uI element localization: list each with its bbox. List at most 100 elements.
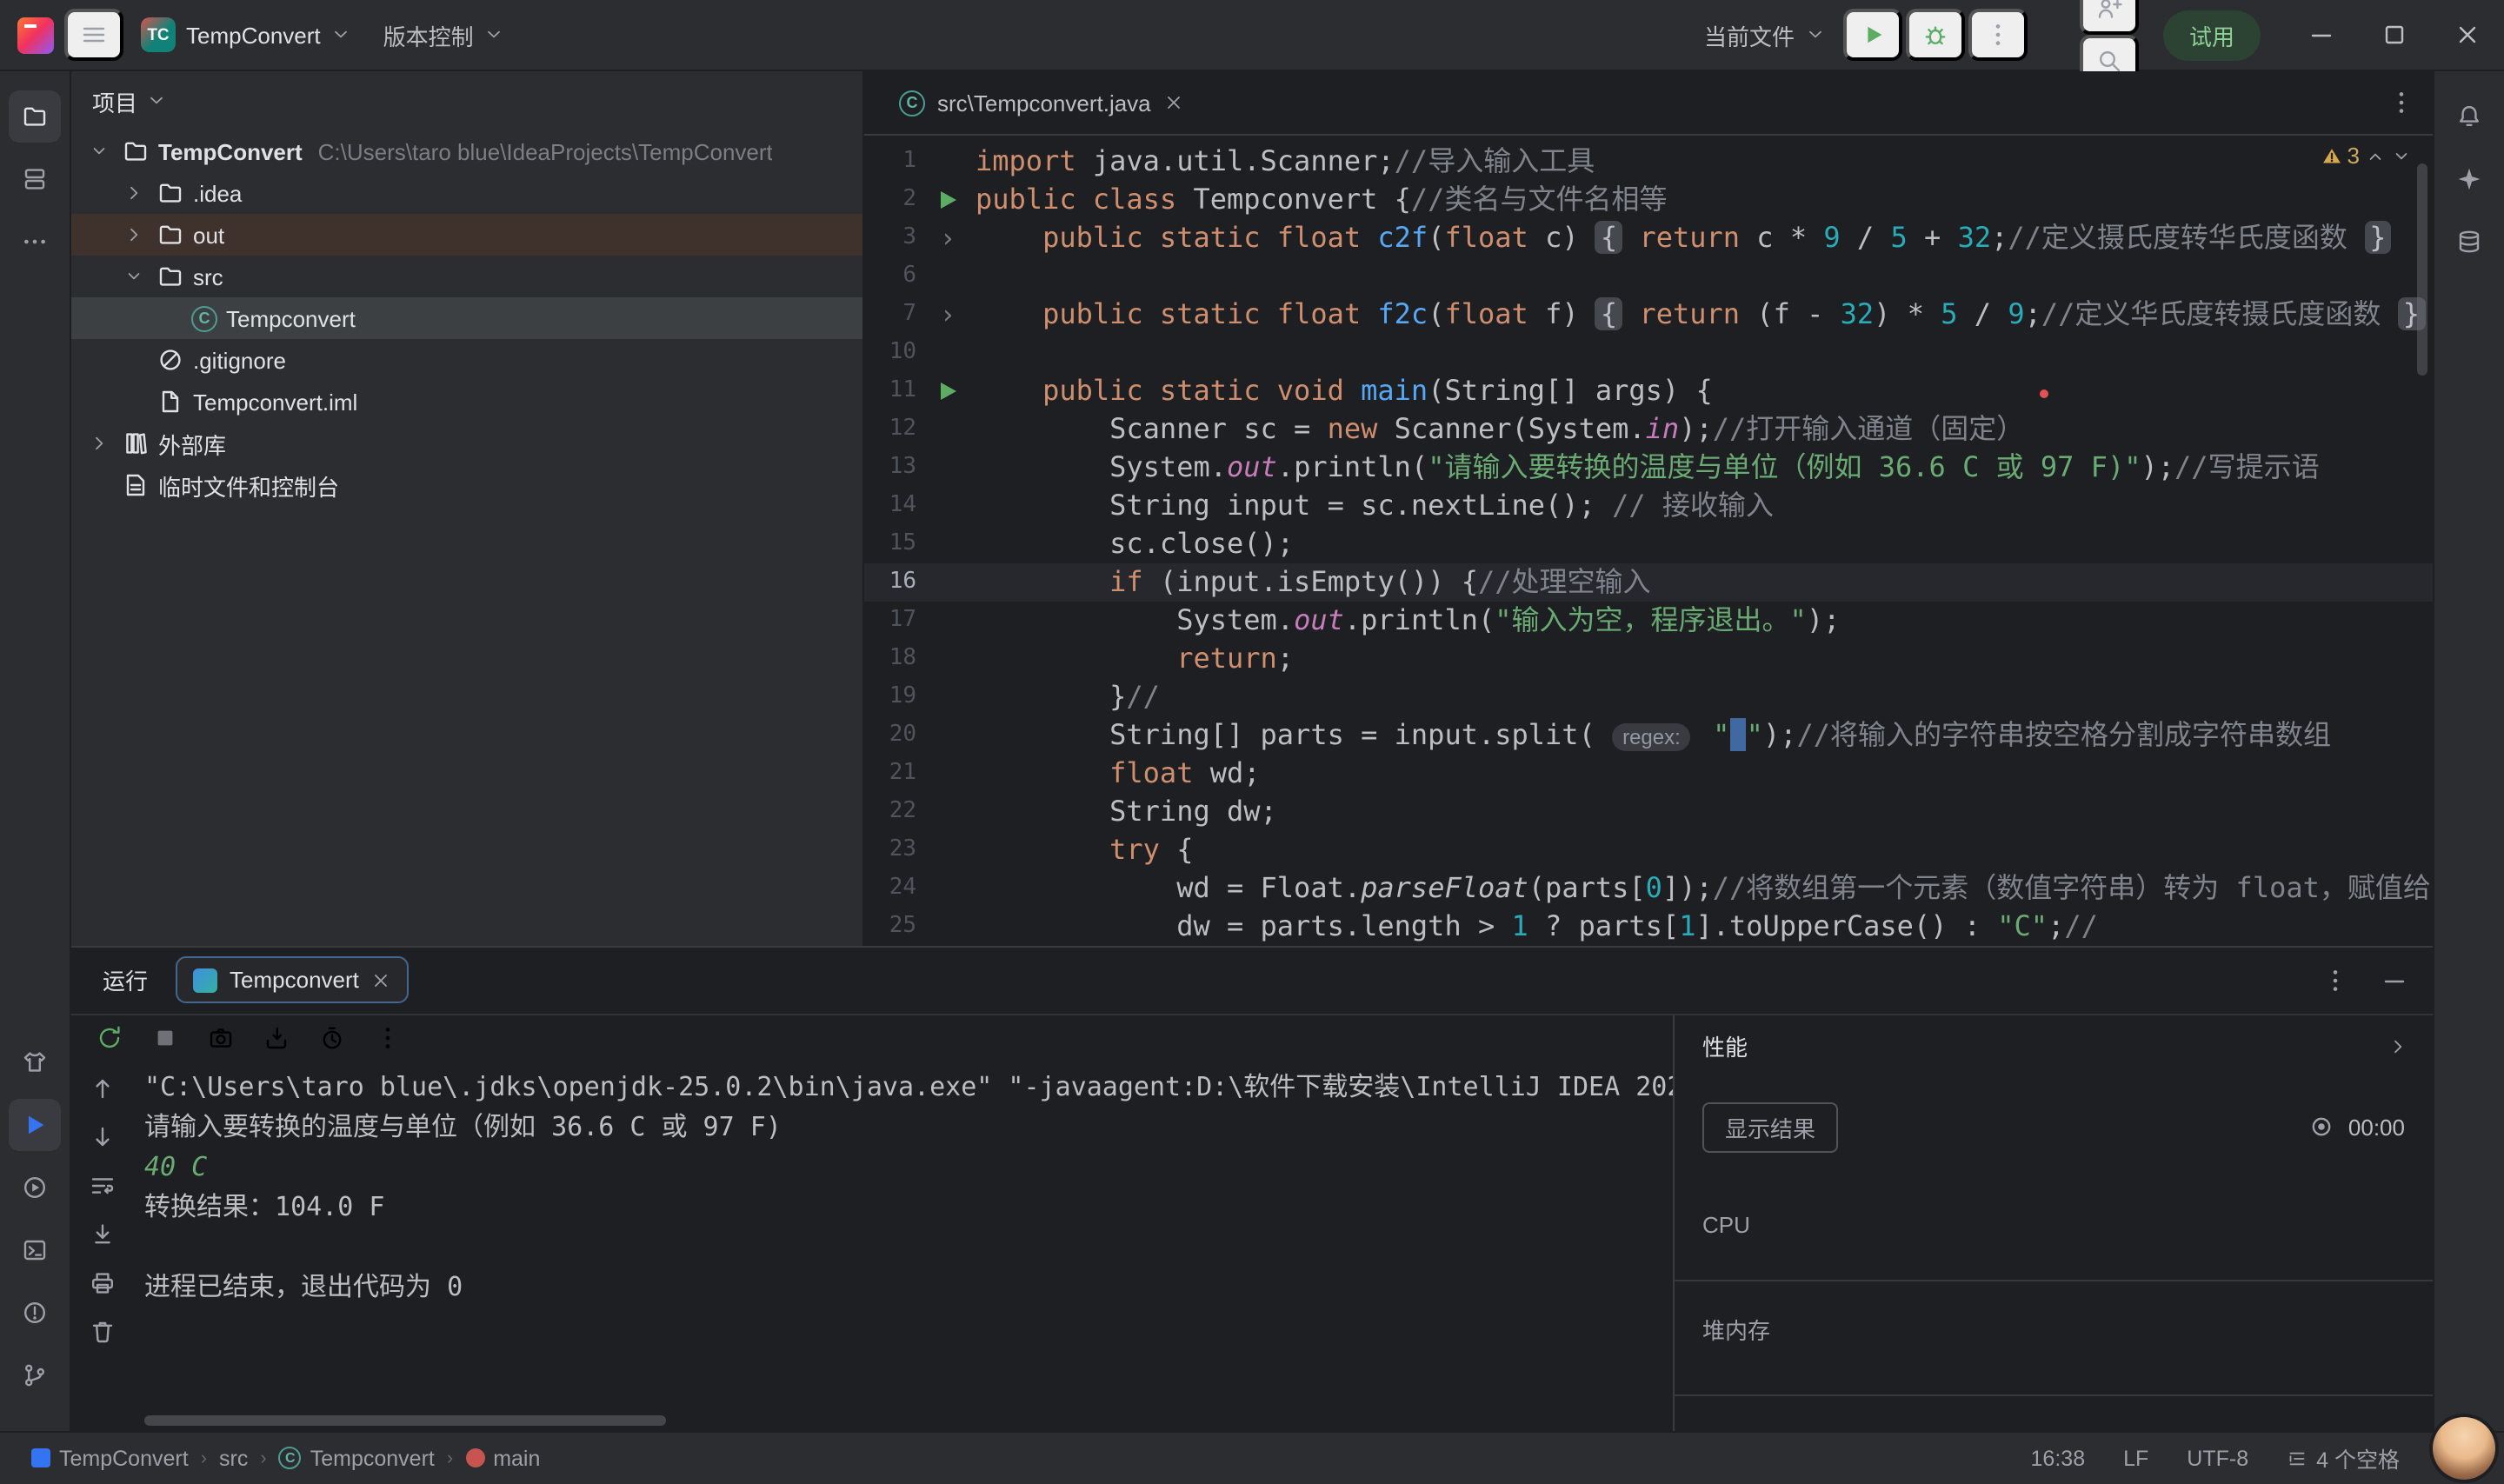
tool-structure-button[interactable] — [9, 153, 61, 205]
project-selector[interactable]: TC TempConvert — [127, 9, 366, 61]
console-hscrollbar[interactable] — [144, 1414, 666, 1425]
code-line[interactable]: 12 Scanner sc = new Scanner(System.in);/… — [864, 410, 2433, 449]
run-options-kebab-icon[interactable] — [2321, 966, 2349, 994]
breadcrumb-item[interactable]: src — [219, 1446, 248, 1470]
chevron-right-icon[interactable] — [2387, 1035, 2408, 1056]
more-actions-button[interactable] — [1968, 9, 2028, 61]
tree-item[interactable]: .idea — [71, 172, 862, 214]
tree-item[interactable]: out — [71, 214, 862, 256]
inspections-widget[interactable]: 3 — [2321, 143, 2412, 169]
tool-terminal-button[interactable] — [9, 1223, 61, 1275]
code-line[interactable]: 19 }// — [864, 678, 2433, 716]
breadcrumb-item[interactable]: TempConvert — [31, 1446, 189, 1470]
chevron-up-icon[interactable] — [2365, 145, 2386, 166]
tree-item[interactable]: Tempconvert.iml — [71, 381, 862, 423]
editor-options-kebab-icon[interactable] — [2387, 89, 2415, 116]
close-icon[interactable] — [371, 969, 392, 990]
kebab-button[interactable] — [374, 1024, 402, 1057]
breadcrumb-item[interactable]: CTempconvert — [279, 1446, 435, 1470]
tool-services-button[interactable] — [9, 1035, 61, 1088]
import-dump-button[interactable] — [263, 1024, 290, 1057]
code-line[interactable]: 18 return; — [864, 640, 2433, 678]
run-gutter-icon[interactable] — [920, 372, 976, 410]
code-line[interactable]: 25 dw = parts.length > 1 ? parts[1].toUp… — [864, 908, 2433, 945]
code-line[interactable]: 3› public static float c2f(float c) { re… — [864, 219, 2433, 257]
tool-problems-button[interactable] — [9, 1286, 61, 1338]
line-number: 14 — [864, 487, 920, 525]
caret-position[interactable]: 16:38 — [2031, 1446, 2086, 1470]
user-avatar[interactable] — [2433, 1416, 2495, 1479]
close-icon[interactable] — [1163, 92, 1184, 113]
rerun-button[interactable] — [96, 1024, 123, 1057]
show-results-button[interactable]: 显示结果 — [1702, 1101, 1838, 1152]
code-line[interactable]: 24 wd = Float.parseFloat(parts[0]);//将数组… — [864, 869, 2433, 908]
tool-ai-assistant-button[interactable] — [2443, 153, 2495, 205]
performance-header[interactable]: 性能 — [1675, 1015, 2433, 1077]
tree-item[interactable]: CTempconvert — [71, 297, 862, 339]
chevron-down-icon[interactable] — [2391, 145, 2412, 166]
tree-item[interactable]: src — [71, 256, 862, 297]
tool-project-tool-button[interactable] — [9, 90, 61, 143]
arrow-down-button[interactable] — [89, 1122, 117, 1155]
tree-item[interactable]: TempConvertC:\Users\taro blue\IdeaProjec… — [71, 130, 862, 172]
soft-wrap-button[interactable] — [89, 1171, 117, 1204]
project-panel-header[interactable]: 项目 — [71, 71, 862, 130]
fold-gutter-icon[interactable]: › — [920, 219, 976, 257]
tool-notifications-button[interactable] — [2443, 90, 2495, 143]
code-line[interactable]: 1import java.util.Scanner;//导入输入工具 — [864, 143, 2433, 181]
stop-button[interactable] — [151, 1024, 179, 1057]
breadcrumb-label: Tempconvert — [310, 1446, 435, 1470]
code-line[interactable]: 16 if (input.isEmpty()) {//处理空输入 — [864, 563, 2433, 602]
code-line[interactable]: 10 — [864, 334, 2433, 372]
breadcrumb-item[interactable]: main — [465, 1446, 540, 1470]
tree-item[interactable]: .gitignore — [71, 339, 862, 381]
run-tab[interactable]: Tempconvert — [176, 956, 410, 1003]
code-line[interactable]: 14 String input = sc.nextLine(); // 接收输入 — [864, 487, 2433, 525]
run-button[interactable] — [1843, 9, 1902, 61]
tool-database-button[interactable] — [2443, 216, 2495, 268]
code-line[interactable]: 21 float wd; — [864, 755, 2433, 793]
line-separator[interactable]: LF — [2123, 1446, 2148, 1470]
code-with-me-button[interactable] — [2080, 0, 2139, 35]
vcs-menu-button[interactable]: 版本控制 — [370, 9, 519, 61]
clear-button[interactable] — [89, 1317, 117, 1350]
main-menu-button[interactable] — [64, 9, 123, 61]
code-line[interactable]: 15 sc.close(); — [864, 525, 2433, 563]
trial-badge[interactable]: 试用 — [2163, 10, 2261, 60]
tree-item[interactable]: 外部库 — [71, 423, 862, 464]
print-button[interactable] — [89, 1268, 117, 1301]
tree-item[interactable]: 临时文件和控制台 — [71, 464, 862, 506]
editor-tab[interactable]: C src\Tempconvert.java — [885, 71, 1198, 134]
arrow-up-button[interactable] — [89, 1074, 117, 1107]
line-number: 6 — [864, 257, 920, 296]
code-line[interactable]: 23 try { — [864, 831, 2433, 869]
file-encoding[interactable]: UTF-8 — [2187, 1446, 2248, 1470]
code-line[interactable]: 17 System.out.println("输入为空，程序退出。"); — [864, 602, 2433, 640]
console-output[interactable]: "C:\Users\taro blue\.jdks\openjdk-25.0.2… — [134, 1067, 1673, 1430]
fold-gutter-icon[interactable]: › — [920, 296, 976, 334]
run-gutter-icon[interactable] — [920, 181, 976, 219]
code-line[interactable]: 11 public static void main(String[] args… — [864, 372, 2433, 410]
run-config-selector[interactable]: 当前文件 — [1690, 9, 1840, 61]
code-line[interactable]: 13 System.out.println("请输入要转换的温度与单位（例如 3… — [864, 449, 2433, 487]
window-close-button[interactable] — [2431, 0, 2504, 70]
code-line[interactable]: 20 String[] parts = input.split( regex: … — [864, 716, 2433, 755]
tool-more-button[interactable] — [9, 216, 61, 268]
code-line[interactable]: 7› public static float f2c(float f) { re… — [864, 296, 2433, 334]
window-maximize-button[interactable] — [2358, 0, 2431, 70]
code-line[interactable]: 6 — [864, 257, 2433, 296]
editor-vscrollbar[interactable] — [2417, 163, 2427, 376]
indent-setting[interactable]: 4 个空格 — [2287, 1441, 2400, 1474]
hide-panel-icon[interactable] — [2381, 966, 2408, 994]
tool-run-tool-button[interactable] — [9, 1098, 61, 1150]
debug-button[interactable] — [1906, 9, 1965, 61]
timer-button[interactable] — [318, 1024, 346, 1057]
camera-button[interactable] — [207, 1024, 235, 1057]
tool-version-control-button[interactable] — [9, 1348, 61, 1401]
scroll-end-button[interactable] — [89, 1220, 117, 1253]
code-area[interactable]: 1import java.util.Scanner;//导入输入工具2publi… — [864, 136, 2433, 945]
code-line[interactable]: 2public class Tempconvert {//类名与文件名相等 — [864, 181, 2433, 219]
tool-profiler-button[interactable] — [9, 1161, 61, 1213]
window-minimize-button[interactable] — [2285, 0, 2358, 70]
code-line[interactable]: 22 String dw; — [864, 793, 2433, 831]
